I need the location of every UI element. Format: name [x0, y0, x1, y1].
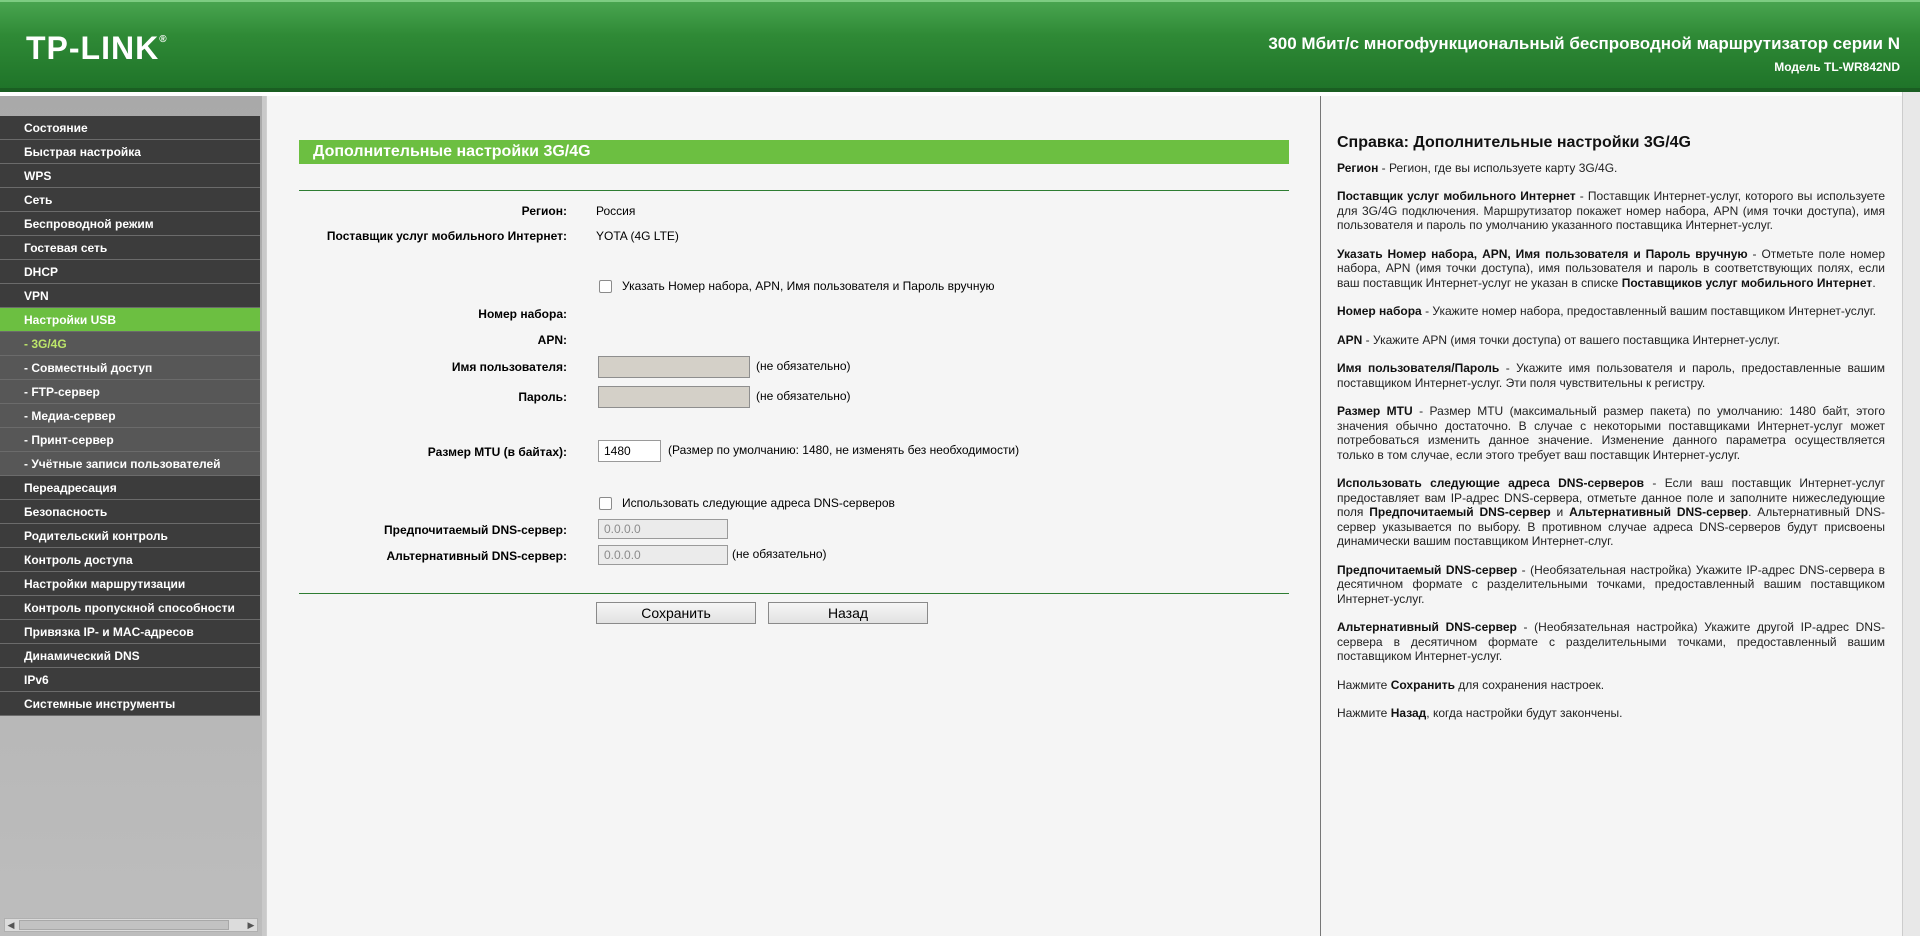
dns-checkbox[interactable]: [599, 497, 612, 510]
header-banner: TP-LINK® 300 Мбит/с многофункциональный …: [0, 0, 1920, 92]
menu-item-quick-setup[interactable]: Быстрая настройка: [0, 140, 260, 164]
menu-item-status[interactable]: Состояние: [0, 116, 260, 140]
help-dial: Номер набора - Укажите номер набора, пре…: [1337, 304, 1876, 318]
help-isp: Поставщик услуг мобильного Интернет - По…: [1337, 189, 1885, 232]
scrollbar-thumb[interactable]: [19, 920, 229, 930]
password-label: Пароль:: [518, 390, 567, 404]
password-input[interactable]: [598, 386, 750, 408]
help-back: Нажмите Назад, когда настройки будут зак…: [1337, 706, 1623, 720]
region-label: Регион:: [521, 204, 567, 218]
isp-value: YOTA (4G LTE): [596, 229, 679, 243]
manual-settings-checkbox[interactable]: [599, 280, 612, 293]
manual-settings-label: Указать Номер набора, APN, Имя пользоват…: [622, 279, 995, 293]
menu-item-usb-settings[interactable]: Настройки USB: [0, 308, 260, 332]
primary-dns-label: Предпочитаемый DNS-сервер:: [384, 523, 567, 537]
product-title: 300 Мбит/с многофункциональный беспровод…: [1268, 34, 1900, 53]
apn-label: APN:: [537, 333, 567, 347]
page-title: Дополнительные настройки 3G/4G: [299, 140, 1289, 164]
menu-item-system-tools[interactable]: Системные инструменты: [0, 692, 260, 716]
help-secondary-dns: Альтернативный DNS-сервер - (Необязатель…: [1337, 620, 1886, 663]
left-navigation-panel: Состояние Быстрая настройка WPS Сеть Бес…: [0, 96, 266, 936]
region-value: Россия: [596, 204, 636, 218]
model-name: Модель TL-WR842ND: [1774, 60, 1900, 74]
username-label: Имя пользователя:: [451, 360, 567, 374]
help-panel: Справка: Дополнительные настройки 3G/4G …: [1320, 96, 1902, 936]
help-dns: Использовать следующие адреса DNS-сервер…: [1337, 476, 1885, 548]
submenu-item-ftp-server[interactable]: - FTP-сервер: [0, 380, 260, 404]
menu-item-security[interactable]: Безопасность: [0, 500, 260, 524]
menu-item-routing[interactable]: Настройки маршрутизации: [0, 572, 260, 596]
mtu-label: Размер MTU (в байтах):: [427, 445, 567, 459]
menu-item-forwarding[interactable]: Переадресация: [0, 476, 260, 500]
page-vertical-scrollbar[interactable]: [1902, 92, 1920, 936]
submenu-item-media-server[interactable]: - Медиа-сервер: [0, 404, 260, 428]
submenu-item-user-accounts[interactable]: - Учётные записи пользователей: [0, 452, 260, 476]
help-mtu: Размер MTU - Размер MTU (максимальный ра…: [1337, 404, 1885, 462]
submenu-item-print-server[interactable]: - Принт-сервер: [0, 428, 260, 452]
help-primary-dns: Предпочитаемый DNS-сервер - (Необязатель…: [1337, 562, 1885, 606]
menu-item-access-control[interactable]: Контроль доступа: [0, 548, 260, 572]
username-optional-note: (не обязательно): [756, 359, 851, 373]
isp-label: Поставщик услуг мобильного Интернет:: [326, 229, 567, 243]
top-divider: [299, 190, 1289, 191]
primary-dns-input[interactable]: 0.0.0.0: [598, 519, 728, 539]
menu-item-wps[interactable]: WPS: [0, 164, 260, 188]
dns-checkbox-label: Использовать следующие адреса DNS-сервер…: [622, 496, 895, 510]
nav-menu: Состояние Быстрая настройка WPS Сеть Бес…: [0, 116, 260, 716]
help-region: Регион - Регион, где вы используете карт…: [1337, 160, 1618, 175]
password-optional-note: (не обязательно): [756, 389, 851, 403]
bottom-divider: [299, 593, 1289, 594]
menu-item-dynamic-dns[interactable]: Динамический DNS: [0, 644, 260, 668]
dial-number-label: Номер набора:: [478, 307, 567, 321]
main-content: Дополнительные настройки 3G/4G Регион: Р…: [266, 96, 1320, 936]
menu-item-parental-control[interactable]: Родительский контроль: [0, 524, 260, 548]
scroll-right-arrow-icon[interactable]: ▶: [245, 919, 257, 931]
menu-item-ip-mac-binding[interactable]: Привязка IP- и MAC-адресов: [0, 620, 260, 644]
back-button[interactable]: Назад: [768, 602, 928, 624]
help-manual: Указать Номер набора, APN, Имя пользоват…: [1337, 246, 1886, 290]
help-apn: APN - Укажите APN (имя точки доступа) от…: [1337, 332, 1781, 347]
menu-item-network[interactable]: Сеть: [0, 188, 260, 212]
mtu-note: (Размер по умолчанию: 1480, не изменять …: [668, 443, 1020, 457]
scroll-left-arrow-icon[interactable]: ◀: [5, 919, 17, 931]
help-content: Справка: Дополнительные настройки 3G/4G …: [1337, 134, 1886, 735]
menu-item-wireless[interactable]: Беспроводной режим: [0, 212, 260, 236]
tp-link-logo: TP-LINK®: [26, 30, 168, 66]
secondary-dns-input[interactable]: 0.0.0.0: [598, 545, 728, 565]
menu-item-bandwidth-control[interactable]: Контроль пропускной способности: [0, 596, 260, 620]
save-button[interactable]: Сохранить: [596, 602, 756, 624]
mtu-input[interactable]: 1480: [598, 440, 661, 462]
menu-item-dhcp[interactable]: DHCP: [0, 260, 260, 284]
submenu-item-3g4g[interactable]: - 3G/4G: [0, 332, 260, 356]
header-top-line: [0, 0, 1920, 2]
menu-item-vpn[interactable]: VPN: [0, 284, 260, 308]
secondary-dns-label: Альтернативный DNS-сервер:: [386, 549, 567, 563]
menu-item-ipv6[interactable]: IPv6: [0, 668, 260, 692]
menu-item-guest-network[interactable]: Гостевая сеть: [0, 236, 260, 260]
nav-horizontal-scrollbar[interactable]: ◀ ▶: [4, 918, 258, 932]
help-title: Справка: Дополнительные настройки 3G/4G: [1337, 134, 1691, 151]
help-save: Нажмите Сохранить для сохранения настрое…: [1337, 677, 1605, 692]
submenu-item-sharing[interactable]: - Совместный доступ: [0, 356, 260, 380]
username-input[interactable]: [598, 356, 750, 378]
secondary-dns-optional-note: (не обязательно): [732, 547, 827, 561]
help-user-pass: Имя пользователя/Пароль - Укажите имя по…: [1337, 361, 1885, 390]
